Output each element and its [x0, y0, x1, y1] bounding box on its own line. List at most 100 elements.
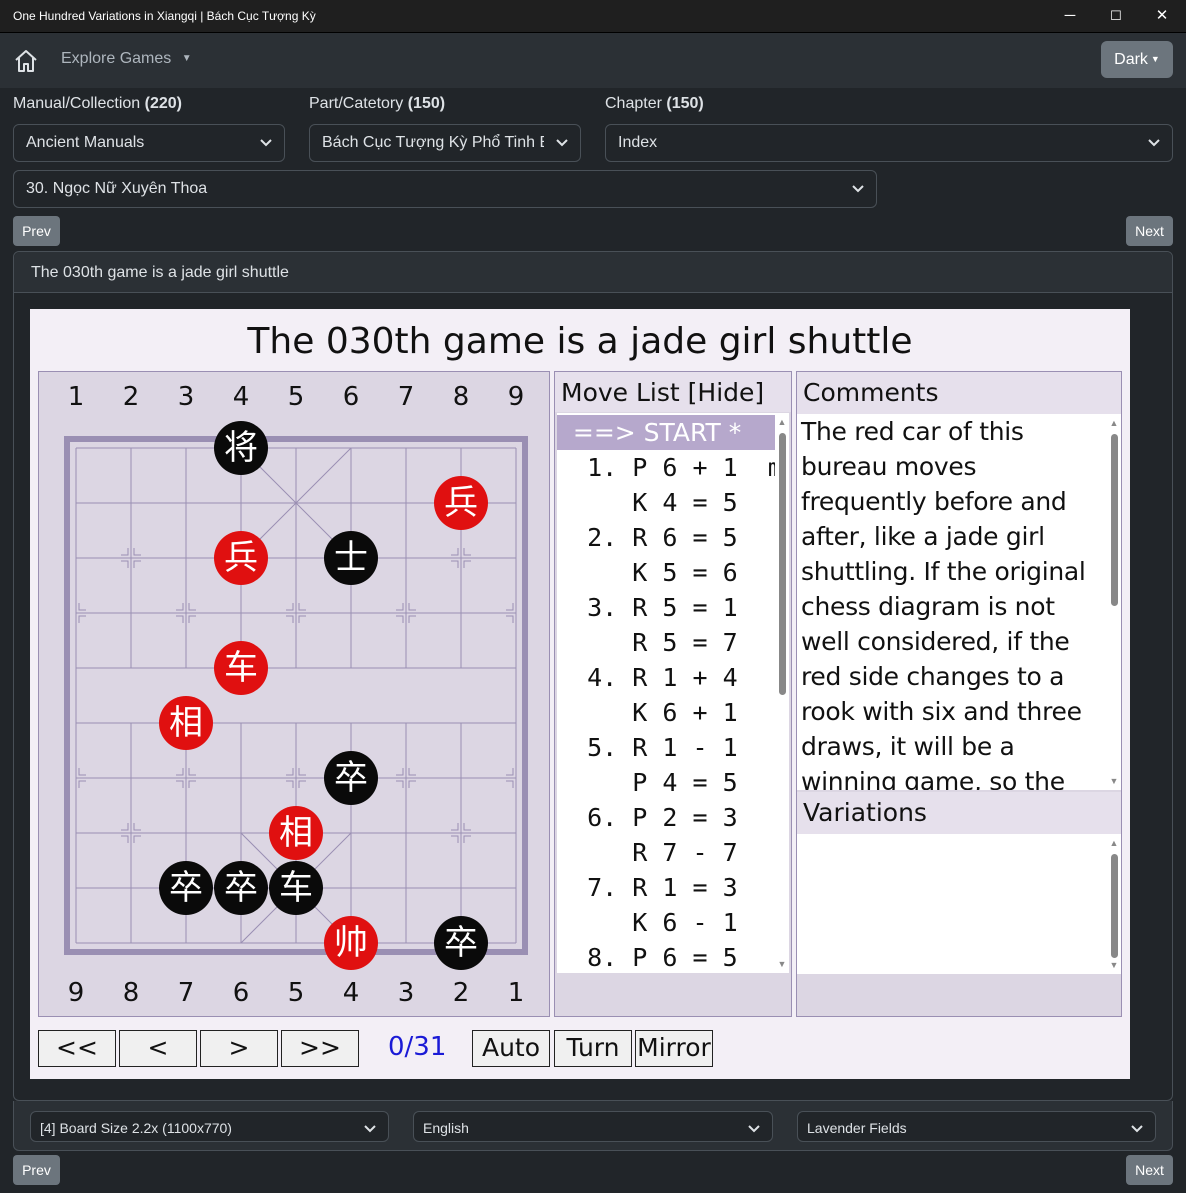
black-piece[interactable]: 卒: [159, 861, 213, 915]
game-viewer: The 030th game is a jade girl shuttle 1 2…: [30, 309, 1130, 1079]
game-select[interactable]: 30. Ngọc Nữ Xuyên Thoa: [13, 170, 877, 208]
home-icon[interactable]: [13, 48, 39, 74]
board-size-select[interactable]: [4] Board Size 2.2x (1100x770): [30, 1111, 389, 1142]
mirror-board-button[interactable]: Mirror: [635, 1030, 713, 1067]
red-piece[interactable]: 帅: [324, 916, 378, 970]
move-list-header[interactable]: Move List [Hide]: [555, 372, 791, 412]
window-titlebar: One Hundred Variations in Xiangqi | Bách…: [0, 0, 1186, 33]
explore-games-menu[interactable]: Explore Games ▼: [61, 50, 192, 68]
variations-scrollbar[interactable]: ▲ ▼: [1107, 834, 1121, 974]
scroll-up-icon[interactable]: ▲: [1109, 418, 1119, 428]
move-item[interactable]: 1. P 6 + 1 m: [557, 450, 775, 485]
file-coordinate: 5: [287, 978, 305, 1008]
prev-game-button[interactable]: Prev: [13, 216, 60, 246]
variations-list: [797, 834, 1107, 974]
move-item[interactable]: 3. R 5 = 1: [557, 590, 775, 625]
part-count: (150): [407, 95, 446, 112]
manual-select[interactable]: Ancient Manuals: [13, 124, 285, 162]
file-coordinate: 4: [342, 978, 360, 1008]
theme-label: Dark: [1114, 51, 1148, 68]
game-title: The 030th game is a jade girl shuttle: [247, 321, 913, 362]
theme-value: Lavender Fields: [807, 1120, 907, 1136]
move-item[interactable]: 8. P 6 = 5: [557, 940, 775, 973]
move-item[interactable]: R 7 - 7: [557, 835, 775, 870]
move-item[interactable]: 4. R 1 + 4: [557, 660, 775, 695]
prev-move-button[interactable]: <: [119, 1030, 197, 1067]
comments-text: The red car of this bureau moves frequen…: [797, 414, 1107, 790]
chevron-down-icon: [1148, 139, 1160, 147]
move-item[interactable]: K 4 = 5: [557, 485, 775, 520]
red-piece[interactable]: 相: [159, 696, 213, 750]
file-coordinate: 2: [452, 978, 470, 1008]
black-piece[interactable]: 卒: [434, 916, 488, 970]
manual-collection-label: Manual/Collection (220): [13, 95, 182, 112]
scroll-down-icon[interactable]: ▼: [777, 959, 787, 969]
chapter-select-value: Index: [618, 134, 658, 151]
language-select[interactable]: English: [413, 1111, 773, 1142]
scroll-up-icon[interactable]: ▲: [1109, 838, 1119, 848]
move-counter: 0/31: [388, 1032, 447, 1062]
next-game-button[interactable]: Next: [1126, 216, 1173, 246]
language-value: English: [423, 1120, 469, 1136]
maximize-button[interactable]: ☐: [1093, 0, 1139, 32]
move-item[interactable]: 6. P 2 = 3: [557, 800, 775, 835]
move-item[interactable]: K 5 = 6: [557, 555, 775, 590]
red-piece[interactable]: 车: [214, 641, 268, 695]
comments-header: Comments: [797, 372, 1121, 414]
next-game-button-bottom[interactable]: Next: [1126, 1155, 1173, 1185]
caret-down-icon: ▼: [181, 53, 192, 64]
black-piece[interactable]: 卒: [324, 751, 378, 805]
next-move-button[interactable]: >: [200, 1030, 278, 1067]
black-piece[interactable]: 车: [269, 861, 323, 915]
part-select-value: Bách Cục Tượng Kỳ Phổ Tinh Biên: [322, 134, 544, 151]
theme-select[interactable]: Lavender Fields: [797, 1111, 1156, 1142]
last-move-button[interactable]: >>: [281, 1030, 359, 1067]
file-coordinate: 3: [397, 978, 415, 1008]
move-item[interactable]: 5. R 1 - 1: [557, 730, 775, 765]
minimize-button[interactable]: ─: [1047, 0, 1093, 32]
move-item[interactable]: R 5 = 7: [557, 625, 775, 660]
chevron-down-icon: [748, 1125, 760, 1133]
prev-game-button-bottom[interactable]: Prev: [13, 1155, 60, 1185]
card-header-text: The 030th game is a jade girl shuttle: [31, 264, 289, 281]
move-start-item[interactable]: ==> START *: [557, 415, 775, 450]
move-item[interactable]: K 6 + 1: [557, 695, 775, 730]
window-title: One Hundred Variations in Xiangqi | Bách…: [13, 9, 316, 23]
scroll-up-icon[interactable]: ▲: [777, 417, 787, 427]
explore-games-label: Explore Games: [61, 50, 172, 67]
part-category-label: Part/Catetory (150): [309, 95, 446, 112]
scroll-thumb[interactable]: [1111, 434, 1118, 606]
move-item[interactable]: 7. R 1 = 3: [557, 870, 775, 905]
scroll-thumb[interactable]: [1111, 854, 1118, 958]
file-coordinate: 1: [507, 978, 525, 1008]
turn-board-button[interactable]: Turn: [554, 1030, 632, 1067]
black-piece[interactable]: 将: [214, 421, 268, 475]
move-item[interactable]: P 4 = 5: [557, 765, 775, 800]
theme-dropdown-button[interactable]: Dark ▼: [1101, 41, 1173, 78]
move-item[interactable]: 2. R 6 = 5: [557, 520, 775, 555]
part-select[interactable]: Bách Cục Tượng Kỳ Phổ Tinh Biên: [309, 124, 581, 162]
move-list: ==> START * 1. P 6 + 1 m K 4 = 5 2. R 6 …: [557, 413, 775, 973]
manual-select-value: Ancient Manuals: [26, 134, 145, 151]
black-piece[interactable]: 士: [324, 531, 378, 585]
chapter-select[interactable]: Index: [605, 124, 1173, 162]
move-list-scrollbar[interactable]: ▲ ▼: [775, 413, 789, 973]
scroll-down-icon[interactable]: ▼: [1109, 776, 1119, 786]
red-piece[interactable]: 兵: [214, 531, 268, 585]
auto-play-button[interactable]: Auto: [472, 1030, 550, 1067]
red-piece[interactable]: 相: [269, 806, 323, 860]
move-list-panel: Move List [Hide] ==> START * 1. P 6 + 1 …: [554, 371, 792, 1017]
black-piece[interactable]: 卒: [214, 861, 268, 915]
chevron-down-icon: [260, 139, 272, 147]
scroll-thumb[interactable]: [779, 433, 786, 695]
close-button[interactable]: ✕: [1139, 0, 1185, 32]
variations-header: Variations: [797, 792, 1121, 834]
move-item[interactable]: K 6 - 1: [557, 905, 775, 940]
first-move-button[interactable]: <<: [38, 1030, 116, 1067]
file-coordinate: 9: [67, 978, 85, 1008]
file-coordinate: 6: [232, 978, 250, 1008]
comments-scrollbar[interactable]: ▲ ▼: [1107, 414, 1121, 790]
chevron-down-icon: [556, 139, 568, 147]
red-piece[interactable]: 兵: [434, 476, 488, 530]
scroll-down-icon[interactable]: ▼: [1109, 960, 1119, 970]
